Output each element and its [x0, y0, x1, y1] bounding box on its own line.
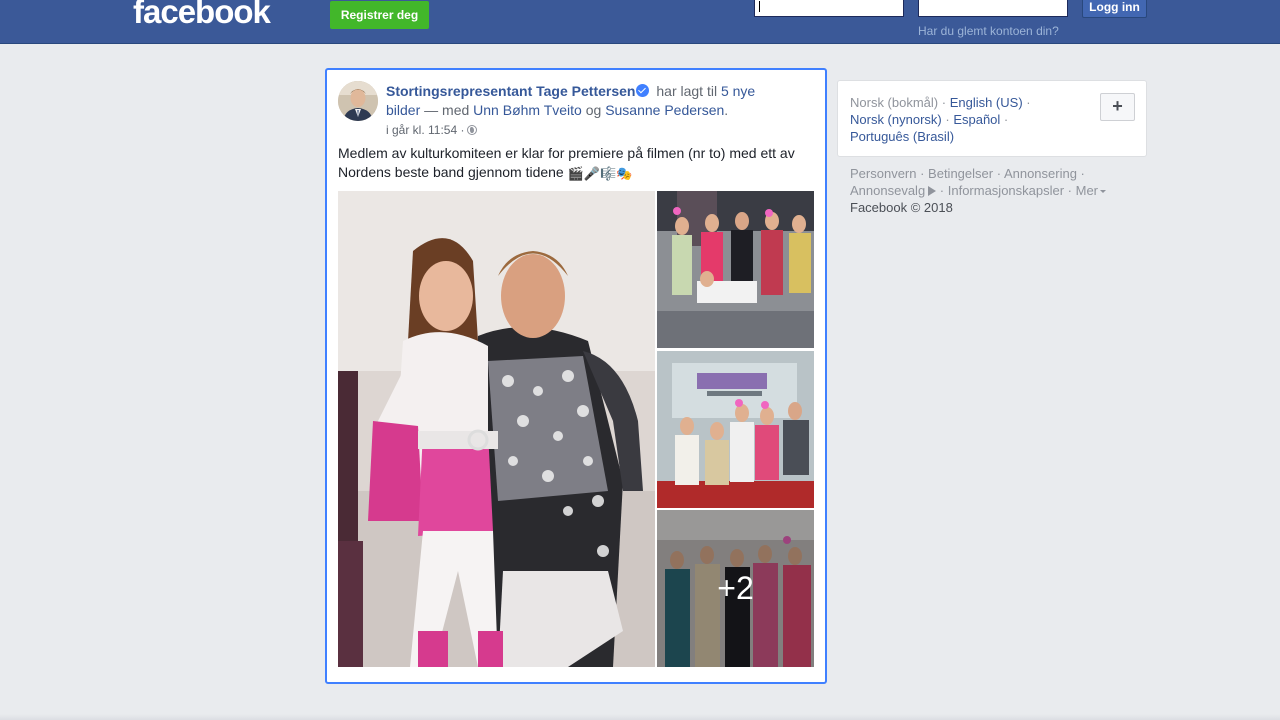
author-avatar[interactable] [338, 81, 378, 121]
footer-links: Personvern · Betingelser · Annonsering ·… [850, 165, 1140, 216]
photo-thumbnail-image [657, 191, 814, 348]
top-bar: facebook Registrer deg Logg inn Har du g… [0, 0, 1280, 44]
tagged-person-link[interactable]: Unn Bøhm Tveito [473, 102, 582, 118]
and-text: og [581, 102, 606, 118]
ad-choices-icon [928, 186, 937, 196]
photo-thumbnail[interactable] [657, 191, 814, 348]
bottom-edge [0, 714, 1280, 720]
photo-main-image [338, 191, 655, 667]
emoji-group: 🎬🎤🎼🎭 [567, 166, 633, 181]
footer-link-terms[interactable]: Betingelser [928, 166, 993, 181]
timestamp-text[interactable]: i går kl. 11:54 · [386, 123, 464, 137]
email-field[interactable] [754, 0, 904, 17]
with-text: — med [420, 102, 474, 118]
footer-link-ad-choices[interactable]: Annonsevalg [850, 183, 925, 198]
end-text: . [724, 102, 729, 118]
chevron-down-icon [1100, 190, 1107, 193]
photo-main[interactable] [338, 191, 655, 667]
language-link[interactable]: English (US) [950, 95, 1023, 110]
post-card: Stortingsrepresentant Tage Pettersen har… [325, 68, 827, 684]
language-link[interactable]: Español [953, 112, 1000, 127]
password-field[interactable] [918, 0, 1068, 17]
author-link[interactable]: Stortingsrepresentant Tage Pettersen [386, 83, 635, 99]
login-button[interactable]: Logg inn [1082, 0, 1147, 18]
tagged-person-link[interactable]: Susanne Pedersen [605, 102, 724, 118]
add-language-button[interactable]: + [1100, 93, 1135, 121]
language-link[interactable]: Português (Brasil) [850, 129, 954, 144]
globe-icon[interactable] [467, 125, 478, 135]
post-body: Medlem av kulturkomiteen er klar for pre… [338, 145, 795, 180]
facebook-logo[interactable]: facebook [133, 0, 271, 32]
footer-link-more[interactable]: Mer [1076, 183, 1098, 198]
photo-thumbnail-more[interactable]: +2 [657, 510, 814, 667]
avatar-image [338, 81, 378, 121]
footer-link-advertising[interactable]: Annonsering [1004, 166, 1077, 181]
language-selector: Norsk (bokmål) · English (US) · Norsk (n… [837, 80, 1147, 157]
photo-thumbnail-image [657, 351, 814, 508]
current-language: Norsk (bokmål) [850, 95, 939, 110]
photo-thumbnail[interactable] [657, 351, 814, 508]
register-button[interactable]: Registrer deg [330, 1, 429, 29]
footer-link-cookies[interactable]: Informasjonskapsler [948, 183, 1064, 198]
post-timestamp: i går kl. 11:54 · [386, 123, 478, 137]
language-link[interactable]: Norsk (nynorsk) [850, 112, 942, 127]
action-text: har lagt til [652, 83, 721, 99]
more-photos-count[interactable]: +2 [657, 510, 814, 667]
language-list: Norsk (bokmål) · English (US) · Norsk (n… [850, 95, 1031, 144]
post-header: Stortingsrepresentant Tage Pettersen har… [386, 82, 776, 120]
verified-badge-icon [636, 84, 650, 97]
footer-link-privacy[interactable]: Personvern [850, 166, 916, 181]
post-text: Medlem av kulturkomiteen er klar for pre… [338, 144, 808, 182]
forgot-account-link[interactable]: Har du glemt kontoen din? [918, 24, 1059, 38]
text-caret [759, 1, 760, 12]
copyright: Facebook © 2018 [850, 200, 953, 215]
